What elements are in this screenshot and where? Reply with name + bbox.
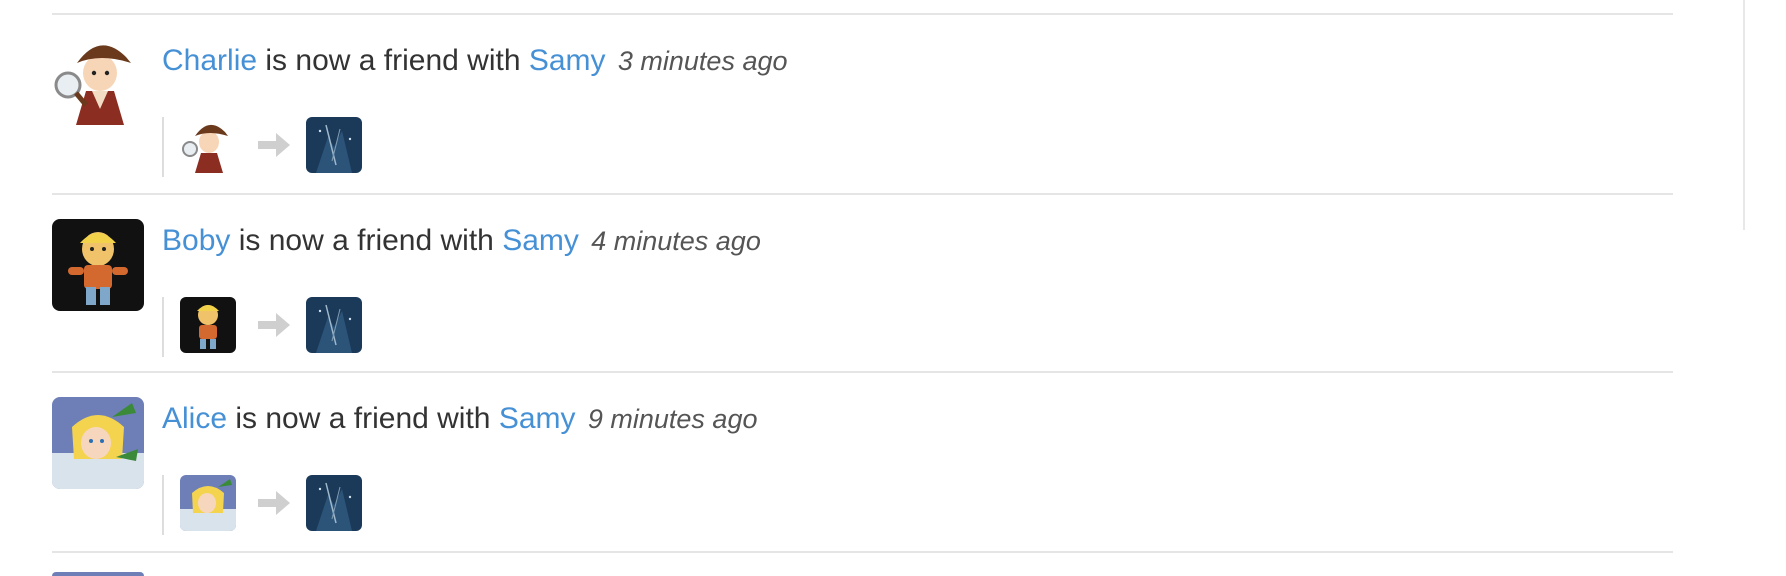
timestamp: 9 minutes ago [587, 404, 758, 434]
friendship-attachment [162, 117, 362, 177]
object-link[interactable]: Samy [502, 224, 579, 257]
object-thumbnail[interactable] [306, 117, 362, 173]
subject-link[interactable]: Boby [162, 224, 230, 257]
night-scene-icon [306, 475, 362, 531]
night-scene-icon [306, 297, 362, 353]
timestamp: 3 minutes ago [617, 46, 788, 76]
object-link[interactable]: Samy [529, 44, 606, 77]
user-avatar[interactable] [52, 219, 144, 311]
user-avatar[interactable] [52, 397, 144, 489]
subject-link[interactable]: Charlie [162, 44, 257, 77]
cartoon-girl-avatar-icon [52, 397, 144, 489]
activity-summary: Alice is now a friend with Samy 9 minute… [162, 401, 757, 437]
list-item: Charlie is now a friend with Samy 3 minu… [52, 15, 1673, 193]
builder-figure-thumb-icon [180, 297, 236, 353]
activity-summary: Charlie is now a friend with Samy 3 minu… [162, 43, 788, 79]
divider [52, 551, 1673, 553]
sidebar-divider [1743, 0, 1745, 230]
subject-link[interactable]: Alice [162, 402, 227, 435]
subject-thumbnail[interactable] [180, 117, 236, 173]
timestamp: 4 minutes ago [591, 226, 761, 256]
list-item: Boby is now a friend with Samy 4 minutes… [52, 195, 1673, 373]
action-text: is now a friend with [238, 224, 494, 257]
night-scene-icon [306, 117, 362, 173]
friendship-attachment [162, 297, 362, 357]
builder-figure-avatar-icon [52, 219, 144, 311]
list-item: Alice is now a friend with Samy 9 minute… [52, 373, 1673, 551]
right-arrow-icon [258, 491, 290, 515]
friendship-attachment [162, 475, 362, 535]
cartoon-girl-thumb-icon [180, 475, 236, 531]
user-avatar[interactable] [52, 572, 144, 576]
object-thumbnail[interactable] [306, 475, 362, 531]
action-text: is now a friend with [265, 44, 521, 77]
action-text: is now a friend with [235, 402, 491, 435]
user-avatar[interactable] [52, 33, 144, 125]
object-link[interactable]: Samy [499, 402, 576, 435]
object-thumbnail[interactable] [306, 297, 362, 353]
right-arrow-icon [258, 313, 290, 337]
subject-thumbnail[interactable] [180, 475, 236, 531]
subject-thumbnail[interactable] [180, 297, 236, 353]
activity-summary: Boby is now a friend with Samy 4 minutes… [162, 223, 761, 259]
detective-avatar-icon [52, 33, 144, 125]
right-arrow-icon [258, 133, 290, 157]
detective-thumb-icon [180, 117, 236, 173]
